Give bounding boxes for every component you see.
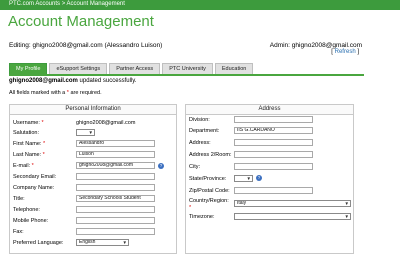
username-value: ghigno2008@gmail.com bbox=[76, 120, 136, 126]
personal-information-panel: Personal Information Username: * ghigno2… bbox=[9, 104, 177, 254]
fax-label: Fax: bbox=[13, 229, 24, 235]
help-icon[interactable]: ? bbox=[256, 175, 262, 181]
address-panel: Address Division: Department: IIS G.CARD… bbox=[185, 104, 354, 254]
address-heading: Address bbox=[186, 105, 353, 115]
first-name-label-text: First Name: bbox=[13, 141, 42, 147]
secondary-email-input[interactable] bbox=[76, 173, 155, 180]
tab-partner-access[interactable]: Partner Access bbox=[109, 63, 161, 74]
admin-label: Admin: bbox=[269, 42, 290, 49]
breadcrumb-current-link[interactable]: Account Management bbox=[67, 1, 125, 7]
editing-value: ghigno2008@gmail.com (Alessandro Luison) bbox=[32, 42, 163, 49]
company-name-label: Company Name: bbox=[13, 185, 55, 191]
required-star-icon: * bbox=[41, 120, 44, 126]
title-input[interactable]: Secondary Schools Student bbox=[76, 195, 155, 202]
telephone-label: Telephone: bbox=[13, 207, 40, 213]
chevron-down-icon: ▼ bbox=[344, 214, 349, 219]
chevron-down-icon: ▼ bbox=[122, 240, 127, 245]
help-icon[interactable]: ? bbox=[158, 163, 164, 169]
salutation-label: Salutation: bbox=[13, 130, 39, 136]
secondary-email-label: Secondary Email: bbox=[13, 174, 57, 180]
breadcrumb-root-link[interactable]: PTC.com Accounts bbox=[9, 1, 60, 7]
chevron-down-icon: ▼ bbox=[344, 201, 349, 206]
refresh-link[interactable]: Refresh bbox=[335, 49, 356, 55]
city-label: City: bbox=[189, 164, 200, 170]
tab-underline bbox=[9, 74, 364, 76]
last-name-label-text: Last Name: bbox=[13, 152, 42, 158]
success-text: updated successfully. bbox=[77, 78, 137, 84]
required-note-prefix: All fields marked with a bbox=[9, 90, 67, 96]
preferred-language-label: Preferred Language: bbox=[13, 240, 64, 246]
address2-input[interactable] bbox=[234, 151, 313, 158]
personal-information-heading: Personal Information bbox=[10, 105, 176, 115]
department-label: Department: bbox=[189, 128, 220, 134]
timezone-select[interactable]: ▼ bbox=[234, 213, 351, 220]
company-name-input[interactable] bbox=[76, 184, 155, 191]
zip-postal-code-input[interactable] bbox=[234, 187, 313, 194]
email-label-text: E-mail: bbox=[13, 163, 31, 169]
success-email: ghigno2008@gmail.com bbox=[9, 78, 78, 84]
tab-ptc-university[interactable]: PTC University bbox=[162, 63, 213, 74]
preferred-language-value: English bbox=[79, 239, 96, 245]
email-input[interactable]: ghigno2008@gmail.com bbox=[76, 162, 155, 169]
last-name-input[interactable]: Luison bbox=[76, 151, 155, 158]
refresh-wrapper: [ Refresh ] bbox=[331, 49, 359, 55]
required-star-icon: * bbox=[31, 163, 34, 169]
tab-my-profile[interactable]: My Profile bbox=[9, 63, 48, 74]
mobile-phone-input[interactable] bbox=[76, 217, 155, 224]
mobile-phone-label: Mobile Phone: bbox=[13, 218, 49, 224]
admin-value: ghigno2008@gmail.com bbox=[291, 42, 362, 49]
required-star-icon: * bbox=[42, 152, 45, 158]
address-label: Address: bbox=[189, 140, 211, 146]
email-label: E-mail: * bbox=[13, 163, 34, 169]
username-label: Username: * bbox=[13, 120, 44, 126]
country-region-label-text: Country/Region: bbox=[189, 198, 229, 204]
last-name-label: Last Name: * bbox=[13, 152, 45, 158]
required-note-suffix: are required. bbox=[68, 90, 102, 96]
state-province-label: State/Province: bbox=[189, 176, 227, 182]
breadcrumb: PTC.com Accounts > Account Management bbox=[9, 1, 125, 7]
editing-info: Editing: ghigno2008@gmail.com (Alessandr… bbox=[9, 42, 162, 49]
telephone-input[interactable] bbox=[76, 206, 155, 213]
address2-label: Address 2/Room: bbox=[189, 152, 232, 158]
division-label: Division: bbox=[189, 117, 210, 123]
country-region-label: Country/Region: * bbox=[189, 198, 229, 212]
required-star-icon: * bbox=[42, 141, 46, 147]
preferred-language-select[interactable]: English ▼ bbox=[76, 239, 129, 246]
timezone-label: Timezone: bbox=[189, 214, 215, 220]
refresh-bracket-close: ] bbox=[355, 49, 359, 55]
title-label: Title: bbox=[13, 196, 25, 202]
chevron-down-icon: ▼ bbox=[88, 130, 93, 135]
city-input[interactable] bbox=[234, 163, 313, 170]
first-name-label: First Name: * bbox=[13, 141, 45, 147]
success-message: ghigno2008@gmail.com updated successfull… bbox=[9, 78, 136, 84]
tab-bar: My Profile eSupport Settings Partner Acc… bbox=[9, 63, 254, 74]
country-region-value: Italy bbox=[237, 200, 247, 206]
state-province-select[interactable]: ▼ bbox=[234, 175, 253, 182]
editing-label: Editing: bbox=[9, 42, 31, 49]
required-note: All fields marked with a * are required. bbox=[9, 90, 102, 96]
zip-postal-code-label: Zip/Postal Code: bbox=[189, 188, 230, 194]
username-label-text: Username: bbox=[13, 120, 40, 126]
admin-info: Admin: ghigno2008@gmail.com bbox=[270, 42, 362, 49]
page-title: Account Management bbox=[8, 13, 154, 30]
chevron-down-icon: ▼ bbox=[246, 176, 251, 181]
country-region-select[interactable]: Italy ▼ bbox=[234, 200, 351, 207]
first-name-input[interactable]: Alessandro bbox=[76, 140, 155, 147]
required-star-icon: * bbox=[189, 205, 192, 211]
department-input[interactable]: IIS G.CARDANO bbox=[234, 127, 313, 134]
address-input[interactable] bbox=[234, 139, 313, 146]
fax-input[interactable] bbox=[76, 228, 155, 235]
salutation-select[interactable]: ▼ bbox=[76, 129, 95, 136]
tab-education[interactable]: Education bbox=[214, 63, 254, 74]
tab-esupport-settings[interactable]: eSupport Settings bbox=[49, 63, 108, 74]
division-input[interactable] bbox=[234, 116, 313, 123]
